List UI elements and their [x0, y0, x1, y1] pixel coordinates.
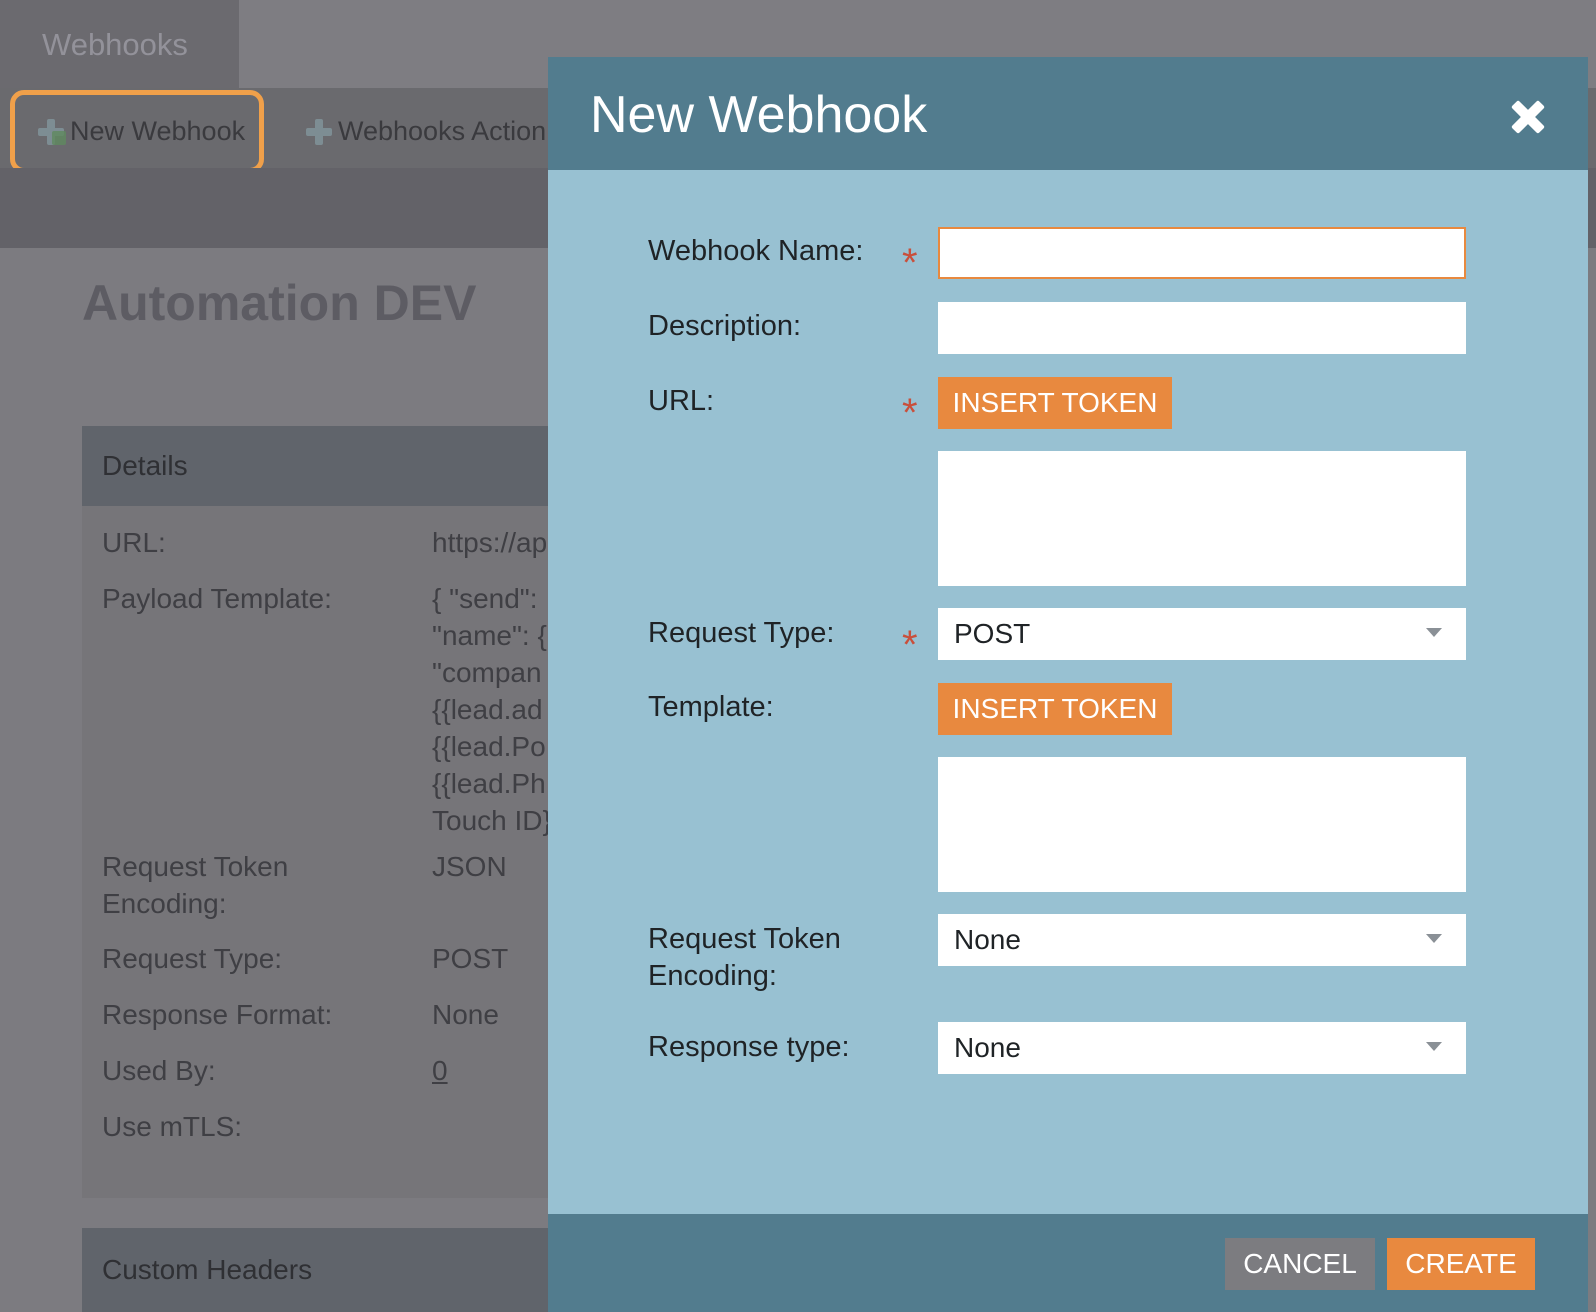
webhook-name-input[interactable]: [938, 227, 1466, 279]
url-textarea[interactable]: [938, 451, 1466, 586]
dialog-header: New Webhook: [548, 57, 1588, 170]
description-label: Description:: [648, 310, 802, 342]
template-insert-token-button[interactable]: INSERT TOKEN: [938, 683, 1172, 735]
response-type-select[interactable]: None: [938, 1022, 1466, 1074]
actions-icon: [302, 115, 336, 147]
dialog-title: New Webhook: [590, 86, 928, 144]
new-webhook-dialog: New Webhook Webhook Name: * Description:…: [548, 57, 1588, 1312]
chevron-down-icon: [1426, 934, 1442, 943]
tab-webhooks[interactable]: Webhooks: [0, 0, 239, 88]
detail-value-request-type: POST: [432, 943, 509, 974]
template-textarea[interactable]: [938, 757, 1466, 892]
template-label: Template:: [648, 691, 774, 723]
chevron-down-icon: [1426, 628, 1442, 637]
required-asterisk-icon: *: [902, 623, 918, 667]
detail-label-request-type: Request Type:: [102, 943, 283, 974]
required-asterisk-icon: *: [902, 391, 918, 435]
url-insert-token-button[interactable]: INSERT TOKEN: [938, 377, 1172, 429]
required-asterisk-icon: *: [902, 241, 918, 285]
dialog-footer: CANCEL CREATE: [548, 1214, 1588, 1312]
detail-label-url: URL:: [102, 527, 166, 558]
custom-headers-header[interactable]: Custom Headers: [82, 1228, 602, 1312]
request-token-encoding-value: None: [954, 924, 1021, 955]
close-icon[interactable]: [1508, 97, 1548, 137]
webhooks-actions-label: Webhooks Action: [338, 115, 547, 146]
chevron-down-icon: [1426, 1042, 1442, 1051]
detail-value-encoding: JSON: [432, 851, 507, 882]
page-title: Automation DEV: [82, 275, 477, 331]
request-type-value: POST: [954, 618, 1031, 649]
detail-label-payload: Payload Template:: [102, 583, 332, 614]
detail-label-encoding: Request Token Encoding:: [102, 851, 289, 919]
cancel-button[interactable]: CANCEL: [1225, 1238, 1375, 1290]
detail-label-used-by: Used By:: [102, 1055, 216, 1086]
url-label: URL:: [648, 385, 715, 417]
detail-value-response-format: None: [432, 999, 499, 1030]
request-type-label: Request Type:: [648, 617, 835, 649]
response-type-value: None: [954, 1032, 1021, 1063]
detail-label-response-format: Response Format:: [102, 999, 333, 1030]
used-by-link[interactable]: 0: [432, 1052, 448, 1089]
request-token-encoding-select[interactable]: None: [938, 914, 1466, 966]
details-header: Details: [82, 426, 602, 506]
new-webhook-highlight: [10, 90, 264, 173]
details-panel: Details URL: https://ap Payload Template…: [82, 426, 602, 1198]
detail-value-payload: { "send": "name": { "compan {{lead.ad {{…: [432, 583, 552, 836]
detail-label-mtls: Use mTLS:: [102, 1111, 243, 1142]
webhook-name-label: Webhook Name:: [648, 235, 864, 267]
response-type-label: Response type:: [648, 1031, 850, 1063]
create-button[interactable]: CREATE: [1387, 1238, 1535, 1290]
detail-value-url: https://ap: [432, 527, 548, 558]
description-input[interactable]: [938, 302, 1466, 354]
request-type-select[interactable]: POST: [938, 608, 1466, 660]
request-token-encoding-label: Request Token Encoding:: [648, 923, 841, 992]
webhooks-actions-button[interactable]: Webhooks Action: [302, 108, 546, 154]
